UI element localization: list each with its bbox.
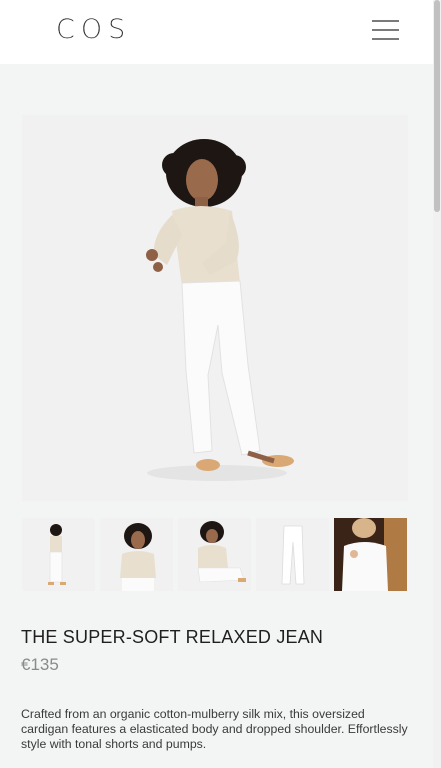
model-full-body-photo <box>22 115 408 501</box>
model-lifestyle-thumb <box>334 518 407 591</box>
product-description: Crafted from an organic cotton-mulberry … <box>21 707 408 751</box>
model-full-body-thumb <box>22 518 95 591</box>
hamburger-menu-icon[interactable] <box>372 20 399 40</box>
thumbnail-5[interactable] <box>334 518 407 591</box>
jean-flat-lay-thumb <box>256 518 329 591</box>
thumbnail-4[interactable] <box>256 518 329 591</box>
thumbnail-strip <box>22 518 408 591</box>
thumbnail-2[interactable] <box>100 518 173 591</box>
menu-line <box>372 29 399 31</box>
model-seated-thumb <box>178 518 251 591</box>
thumbnail-3[interactable] <box>178 518 251 591</box>
thumbnail-1[interactable] <box>22 518 95 591</box>
menu-line <box>372 38 399 40</box>
scrollbar-thumb[interactable] <box>434 0 440 212</box>
page-scrollbar[interactable] <box>433 0 441 768</box>
product-price: €135 <box>21 655 59 674</box>
model-upper-body-thumb <box>100 518 173 591</box>
menu-line <box>372 20 399 22</box>
brand-logo[interactable]: COS <box>56 14 131 45</box>
product-title: THE SUPER-SOFT RELAXED JEAN <box>21 627 324 647</box>
main-product-image[interactable] <box>22 115 408 501</box>
site-header: COS <box>0 0 433 64</box>
